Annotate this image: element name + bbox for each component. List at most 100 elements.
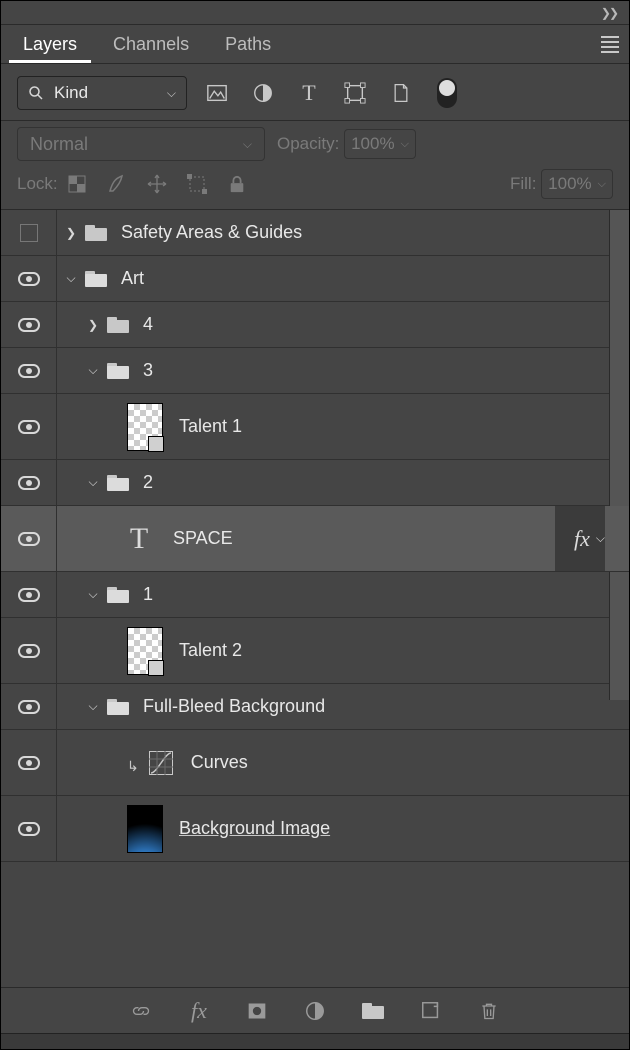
tab-channels[interactable]: Channels	[95, 25, 207, 63]
fill-field[interactable]: 100% ⌵	[541, 169, 613, 199]
visibility-icon[interactable]	[18, 420, 40, 434]
layer-label: Background Image	[179, 818, 330, 839]
folder-icon	[107, 317, 129, 333]
chevron-down-icon[interactable]: ⌵	[88, 363, 97, 378]
blend-mode-select[interactable]: Normal ⌵	[17, 127, 265, 161]
filter-adjustment-icon[interactable]	[251, 81, 275, 105]
visibility-icon[interactable]	[18, 364, 40, 378]
opacity-value: 100%	[351, 134, 394, 154]
layers-bottom-toolbar: fx	[1, 987, 629, 1033]
layer-talent-2[interactable]: Talent 2	[1, 618, 629, 684]
visibility-icon[interactable]	[18, 532, 40, 546]
layer-label: 1	[143, 584, 153, 605]
chevron-right-icon[interactable]: ❯	[66, 226, 76, 240]
lock-fill-row: Lock: Fill: 100% ⌵	[1, 167, 629, 209]
layer-mask-icon[interactable]	[245, 999, 269, 1023]
visibility-icon[interactable]	[18, 644, 40, 658]
folder-open-icon	[107, 587, 129, 603]
layers-stack: ❯ Safety Areas & Guides ⌵ Art ❯ 4 ⌵ 3 Ta…	[1, 210, 629, 862]
opacity-field[interactable]: 100% ⌵	[344, 129, 416, 159]
chevron-down-icon: ⌵	[401, 138, 409, 151]
collapse-panel-icon[interactable]: ❯❯	[601, 6, 617, 20]
adjustment-layer-icon[interactable]	[303, 999, 327, 1023]
visibility-icon[interactable]	[18, 822, 40, 836]
layer-label: Full-Bleed Background	[143, 696, 325, 717]
lock-position-icon[interactable]	[146, 173, 168, 195]
panel-tabs: Layers Channels Paths	[1, 25, 629, 63]
scrollbar[interactable]	[609, 210, 629, 700]
link-layers-icon[interactable]	[129, 999, 153, 1023]
folder-open-icon	[107, 363, 129, 379]
layer-thumbnail[interactable]	[127, 805, 163, 853]
layer-effects-badge[interactable]: fx ⌵	[574, 526, 605, 552]
blend-mode-value: Normal	[30, 134, 88, 155]
layer-group-2[interactable]: ⌵ 2	[1, 460, 629, 506]
fill-value: 100%	[548, 174, 591, 194]
fill-label: Fill:	[510, 174, 536, 194]
layer-talent-1[interactable]: Talent 1	[1, 394, 629, 460]
delete-layer-icon[interactable]	[477, 999, 501, 1023]
tab-paths[interactable]: Paths	[207, 25, 289, 63]
layer-label: 3	[143, 360, 153, 381]
new-group-icon[interactable]	[361, 999, 385, 1023]
visibility-icon[interactable]	[18, 700, 40, 714]
lock-artboard-icon[interactable]	[186, 173, 208, 195]
filter-smartobject-icon[interactable]	[389, 81, 413, 105]
folder-open-icon	[107, 475, 129, 491]
layer-label: 2	[143, 472, 153, 493]
resize-handle[interactable]	[1, 1033, 629, 1049]
layer-group-4[interactable]: ❯ 4	[1, 302, 629, 348]
folder-icon	[85, 225, 107, 241]
chevron-down-icon: ⌵	[598, 178, 606, 191]
visibility-icon[interactable]	[18, 272, 40, 286]
clipping-mask-icon: ↳	[127, 758, 139, 775]
chevron-right-icon[interactable]: ❯	[88, 318, 98, 332]
layer-thumbnail[interactable]	[127, 627, 163, 675]
folder-open-icon	[85, 271, 107, 287]
smartobject-badge-icon	[148, 436, 164, 452]
visibility-icon[interactable]	[18, 756, 40, 770]
layer-style-icon[interactable]: fx	[187, 999, 211, 1023]
lock-label: Lock:	[17, 174, 58, 194]
layer-label: Art	[121, 268, 144, 289]
layer-fullbleed-group[interactable]: ⌵ Full-Bleed Background	[1, 684, 629, 730]
visibility-icon[interactable]	[18, 318, 40, 332]
visibility-icon[interactable]	[18, 476, 40, 490]
layer-thumbnail[interactable]	[127, 403, 163, 451]
filter-pixel-icon[interactable]	[205, 81, 229, 105]
layer-label: SPACE	[173, 528, 233, 549]
layer-space-text[interactable]: T SPACE fx ⌵	[1, 506, 629, 572]
filter-type-icon[interactable]: T	[297, 81, 321, 105]
layer-background-image[interactable]: Background Image	[1, 796, 629, 862]
layer-safety-guides[interactable]: ❯ Safety Areas & Guides	[1, 210, 629, 256]
tab-layers[interactable]: Layers	[5, 25, 95, 63]
filter-toggle[interactable]	[435, 81, 459, 105]
layer-label: Talent 1	[179, 416, 242, 437]
panel-menu-icon[interactable]	[591, 25, 629, 63]
lock-transparency-icon[interactable]	[66, 173, 88, 195]
fx-label: fx	[574, 526, 590, 552]
filter-kind-label: Kind	[54, 83, 88, 103]
layer-group-3[interactable]: ⌵ 3	[1, 348, 629, 394]
chevron-down-icon[interactable]: ⌵	[66, 271, 75, 286]
chevron-down-icon: ⌵	[167, 86, 176, 101]
visibility-icon[interactable]	[18, 588, 40, 602]
layer-curves[interactable]: ↳ Curves	[1, 730, 629, 796]
layer-filter-bar: Kind ⌵ T	[1, 64, 629, 120]
layer-group-1[interactable]: ⌵ 1	[1, 572, 629, 618]
visibility-off-icon[interactable]	[20, 224, 38, 242]
chevron-down-icon[interactable]: ⌵	[88, 699, 97, 714]
new-layer-icon[interactable]	[419, 999, 443, 1023]
filter-kind-select[interactable]: Kind ⌵	[17, 76, 187, 110]
chevron-down-icon[interactable]: ⌵	[88, 475, 97, 490]
chevron-down-icon[interactable]: ⌵	[88, 587, 97, 602]
folder-open-icon	[107, 699, 129, 715]
chevron-down-icon: ⌵	[596, 531, 605, 546]
blend-opacity-row: Normal ⌵ Opacity: 100% ⌵	[1, 121, 629, 167]
layer-label: 4	[143, 314, 153, 335]
layer-art-group[interactable]: ⌵ Art	[1, 256, 629, 302]
layer-label: Safety Areas & Guides	[121, 222, 302, 243]
lock-paint-icon[interactable]	[106, 173, 128, 195]
lock-all-icon[interactable]	[226, 173, 248, 195]
filter-shape-icon[interactable]	[343, 81, 367, 105]
